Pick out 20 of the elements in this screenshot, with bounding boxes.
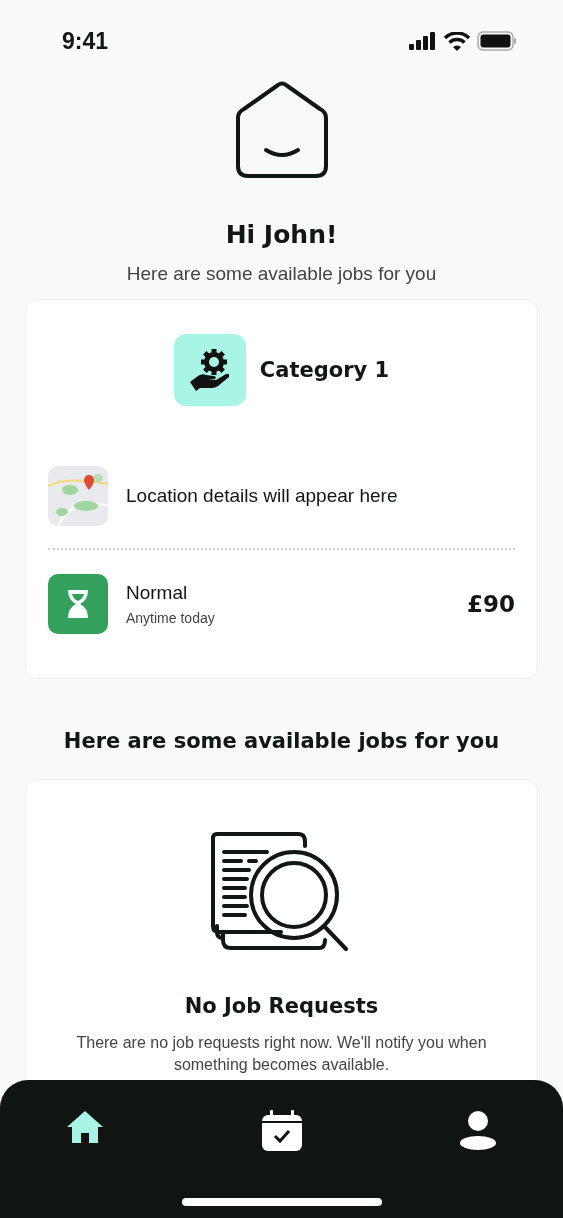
wifi-icon <box>444 31 470 51</box>
location-text: Location details will appear here <box>126 485 398 507</box>
battery-icon <box>477 31 517 51</box>
profile-icon <box>459 1110 497 1150</box>
job-price: £90 <box>467 591 515 617</box>
section-title: Here are some available jobs for you <box>62 729 501 753</box>
job-card[interactable]: Category 1 Location details will appear here Normal Anytime today £90 <box>25 299 538 679</box>
category-title: Category 1 <box>259 358 390 382</box>
status-time: 9:41 <box>62 27 109 55</box>
home-icon <box>66 1110 104 1144</box>
urgency-label: Normal <box>126 582 189 604</box>
signal-icon <box>409 32 437 50</box>
greeting-subtitle: Here are some available jobs for you <box>125 263 438 285</box>
empty-state-title: No Job Requests <box>184 994 379 1018</box>
hourglass-icon <box>48 574 108 634</box>
calendar-icon <box>260 1110 303 1152</box>
greeting-title: Hi John! <box>224 220 339 249</box>
hand-gear-icon <box>173 334 246 406</box>
empty-state-message: There are no job requests right now. We'll notify you when something becomes available. <box>75 1033 488 1075</box>
timing-text: Anytime today <box>126 610 216 626</box>
